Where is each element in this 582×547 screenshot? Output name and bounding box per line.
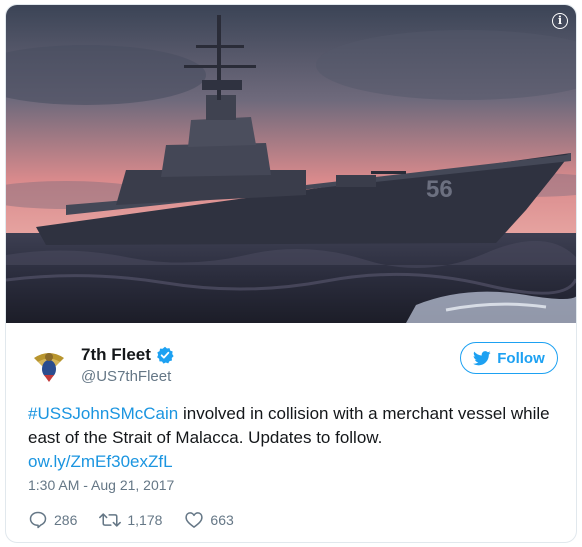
- account-handle[interactable]: @US7thFleet: [81, 368, 171, 385]
- follow-button[interactable]: Follow: [460, 342, 558, 374]
- hull-number: 56: [426, 176, 453, 203]
- tweet-url-link[interactable]: ow.ly/ZmEf30exZfL: [28, 452, 173, 471]
- account-name[interactable]: 7th Fleet: [81, 345, 151, 365]
- retweet-icon: [99, 513, 122, 527]
- avatar[interactable]: [28, 342, 70, 384]
- like-action[interactable]: 663: [184, 510, 234, 530]
- tweet-photo[interactable]: 56 i: [6, 5, 576, 323]
- tweet-actions: 286 1,178 663: [28, 510, 256, 530]
- info-icon[interactable]: i: [552, 13, 568, 29]
- retweet-action[interactable]: 1,178: [99, 510, 162, 530]
- follow-label: Follow: [497, 349, 545, 367]
- tweet-text: #USSJohnSMcCain involved in collision wi…: [28, 402, 558, 474]
- hashtag-link[interactable]: #USSJohnSMcCain: [28, 404, 178, 423]
- retweet-count: 1,178: [127, 512, 163, 528]
- reply-count: 286: [54, 512, 78, 528]
- reply-icon: [29, 511, 47, 529]
- like-count: 663: [210, 512, 234, 528]
- tweet-header: 7th Fleet @US7thFleet Follow: [28, 340, 558, 390]
- tweet-card: 56 i 7th Fleet @US7thFleet Follow #USSJo…: [5, 4, 577, 543]
- like-icon: [185, 512, 204, 528]
- name-row: 7th Fleet: [81, 345, 174, 365]
- twitter-bird-icon: [473, 350, 491, 365]
- ship-at-sunset-image: 56: [6, 5, 576, 323]
- verified-badge-icon: [157, 346, 174, 364]
- tweet-timestamp[interactable]: 1:30 AM - Aug 21, 2017: [28, 477, 174, 493]
- reply-action[interactable]: 286: [28, 510, 77, 530]
